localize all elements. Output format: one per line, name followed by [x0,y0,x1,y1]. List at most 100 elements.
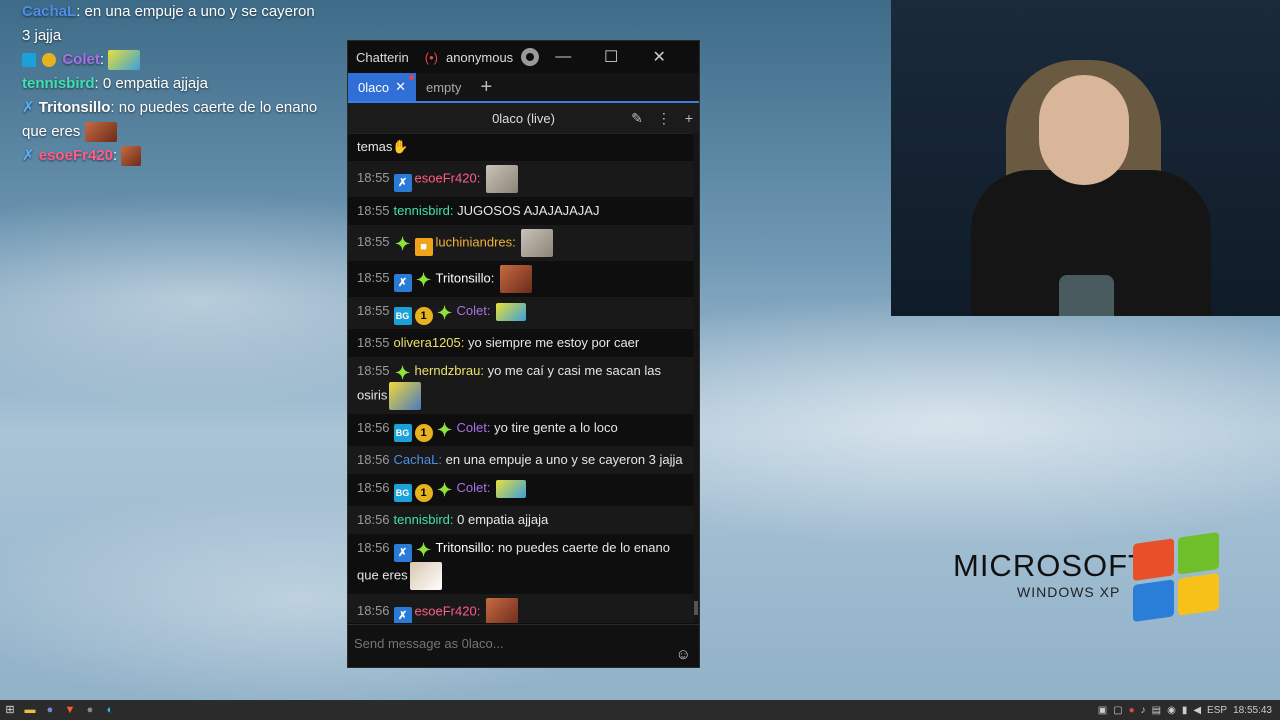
message-username[interactable]: Tritonsillo: [436,540,495,555]
message-username[interactable]: CachaL: [394,452,442,467]
tray-icon[interactable]: ◉ [1167,705,1176,716]
sub-badge-icon[interactable]: BG [393,484,412,502]
minimize-button[interactable]: — [539,48,587,66]
scrollbar[interactable] [693,133,699,623]
chat-message[interactable]: 18:55 tennisbird: JUGOSOS AJAJAJAJAJ [348,197,693,225]
chat-message[interactable]: 18:55 ✦ ■ luchiniandres: [348,225,693,261]
tab-0laco[interactable]: 0laco ✕ [348,73,416,101]
taskbar: ⊞ ▬ ● ▼ ● ◐ ▣ ▢ ● ♪ ▤ ◉ ▮ ◀ ESP 18:55:43 [0,700,1280,720]
gold-badge-icon[interactable]: 1 [414,424,433,442]
mod-badge-icon: ✗ [22,99,35,116]
file-explorer-icon[interactable]: ▬ [20,700,40,720]
more-options-icon[interactable]: ⋮ [657,110,671,127]
close-tab-icon[interactable]: ✕ [395,79,406,95]
message-username[interactable]: Tritonsillo: [436,270,495,285]
tab-label: empty [425,79,462,95]
star-badge-icon[interactable]: ✦ [415,541,433,559]
split-title: 0laco (live) [492,110,555,126]
tab-empty[interactable]: empty [416,73,471,101]
clock[interactable]: 18:55:43 [1233,705,1272,716]
tray-icon[interactable]: ● [1129,705,1135,716]
message-timestamp: 18:56 [357,480,390,495]
chat-message[interactable]: 18:55 olivera1205: yo siempre me estoy po… [348,329,693,357]
emote-image[interactable] [485,165,518,193]
chat-message[interactable]: 18:55 ✦ herndzbrau: yo me caí y casi me sa… [348,357,693,414]
emote-image[interactable] [521,229,554,257]
message-timestamp: 18:55 [357,203,390,218]
chatterino-icon[interactable]: ◐ [100,700,120,720]
message-username[interactable]: tennisbird: [394,203,454,218]
tray-icon[interactable]: ▤ [1152,705,1161,716]
moderation-icon[interactable]: ✎ [631,110,643,127]
gold-badge-icon[interactable]: 1 [414,307,433,325]
add-split-icon[interactable]: + [685,110,693,126]
sub-badge-icon[interactable]: BG [393,424,412,442]
message-username[interactable]: olivera1205: [394,335,465,350]
message-username[interactable]: esoeFr420: [415,603,481,618]
tray-icon[interactable]: ▮ [1182,705,1188,716]
xp-brand-text: MICROSOFT [953,548,1148,583]
chat-message[interactable]: temas ✋ [348,133,693,161]
language-indicator[interactable]: ESP [1207,705,1227,716]
gift-badge-icon[interactable]: ■ [414,238,433,257]
chat-message[interactable]: 18:56 ✗ esoeFr420: [348,594,693,623]
emote-image[interactable]: ✋ [392,137,408,157]
message-username[interactable]: Colet: [457,420,491,435]
star-badge-icon[interactable]: ✦ [436,421,454,439]
gear-icon[interactable] [521,48,540,66]
tab-bar: 0laco ✕ empty + [348,73,699,103]
message-username[interactable]: Colet: [457,480,491,495]
message-list[interactable]: temas ✋ 18:55 ✗ esoeFr420: 18:55 tennisbird:… [348,133,693,623]
message-input[interactable] [352,633,666,653]
brave-icon[interactable]: ▼ [60,700,80,720]
system-tray: ▣ ▢ ● ♪ ▤ ◉ ▮ ◀ ESP 18:55:43 [1098,705,1280,716]
chat-message[interactable]: 18:56 tennisbird: 0 empatia ajjaja [348,506,693,534]
app-icon[interactable]: ● [80,700,100,720]
gold-badge-icon [42,53,57,68]
broadcast-icon[interactable]: (•) [425,50,438,65]
mod-badge-icon[interactable]: ✗ [393,174,412,193]
chat-message[interactable]: 18:56 CachaL: en una empuje a uno y se ca… [348,446,693,474]
star-badge-icon[interactable]: ✦ [436,304,454,322]
emote-image[interactable] [496,479,527,498]
message-username[interactable]: tennisbird: [394,512,454,527]
close-button[interactable]: ✕ [635,47,683,67]
title-bar: Chatterin (•) anonymous — ☐ ✕ [348,41,699,73]
emoji-icon[interactable]: ☺ [676,646,691,663]
star-badge-icon[interactable]: ✦ [436,481,454,499]
mod-badge-icon[interactable]: ✗ [393,274,412,293]
scrollbar-thumb[interactable] [694,601,698,615]
chat-message[interactable]: 18:56 BG 1 ✦ Colet: yo tire gente a lo loco [348,414,693,446]
tray-icon[interactable]: ▣ [1098,705,1107,716]
emote-image[interactable] [485,598,518,623]
maximize-button[interactable]: ☐ [587,47,635,67]
emote-image[interactable] [409,562,442,590]
message-text: yo tire gente a lo loco [494,420,618,435]
chat-message[interactable]: 18:56 ✗ ✦ Tritonsillo: no puedes caerte de … [348,534,693,594]
chat-message[interactable]: 18:55 ✗ ✦ Tritonsillo: [348,261,693,297]
gold-badge-icon[interactable]: 1 [414,484,433,502]
star-badge-icon[interactable]: ✦ [415,271,433,289]
tray-icon[interactable]: ♪ [1141,705,1146,716]
star-badge-icon[interactable]: ✦ [394,235,412,253]
mod-badge-icon[interactable]: ✗ [393,544,412,562]
speaker-icon[interactable]: ◀ [1193,705,1201,716]
start-icon[interactable]: ⊞ [0,700,20,720]
account-switcher[interactable]: anonymous [446,50,513,65]
star-badge-icon[interactable]: ✦ [394,364,412,382]
add-tab-button[interactable]: + [471,73,501,101]
message-username[interactable]: esoeFr420: [415,170,481,185]
message-username[interactable]: herndzbrau: [415,363,484,378]
emote-image[interactable] [496,302,527,321]
emote-image[interactable] [499,265,532,293]
message-username[interactable]: luchiniandres: [436,234,516,249]
chat-message[interactable]: 18:55 BG 1 ✦ Colet: [348,297,693,329]
discord-icon[interactable]: ● [40,700,60,720]
chat-message[interactable]: 18:56 BG 1 ✦ Colet: [348,474,693,506]
tray-icon[interactable]: ▢ [1113,705,1122,716]
message-username[interactable]: Colet: [457,303,491,318]
chat-message[interactable]: 18:55 ✗ esoeFr420: [348,161,693,197]
emote-image[interactable] [389,382,422,410]
mod-badge-icon[interactable]: ✗ [393,607,412,623]
sub-badge-icon[interactable]: BG [393,307,412,325]
